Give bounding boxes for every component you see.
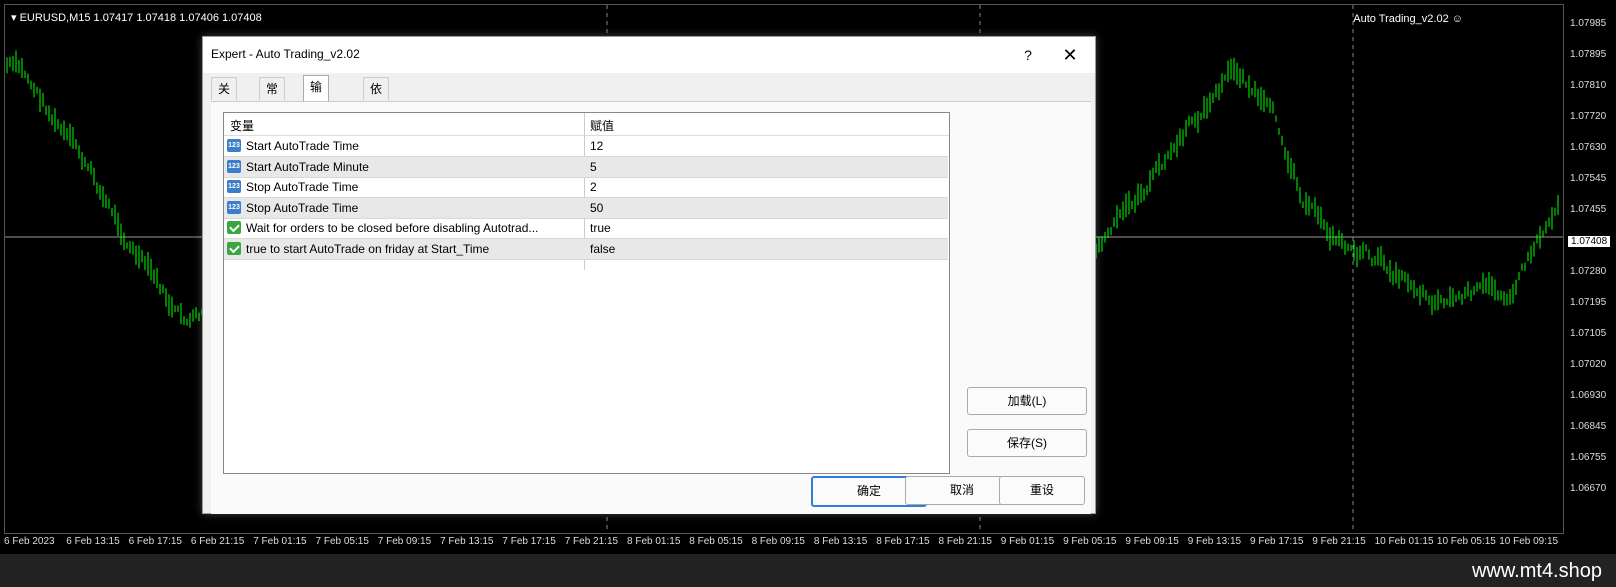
- table-row[interactable]: 123 Start AutoTrade Minute 5: [224, 156, 948, 178]
- tab-inputs[interactable]: 输入参数: [303, 75, 330, 160]
- parameter-name: true to start AutoTrade on friday at Sta…: [246, 241, 490, 256]
- time-tick: 6 Feb 2023: [4, 536, 55, 547]
- dialog-title: Expert - Auto Trading_v2.02: [211, 47, 360, 61]
- number-icon: 123: [227, 180, 241, 193]
- expert-dialog: Expert - Auto Trading_v2.02 ? ✕ 关于 常用 输入…: [202, 36, 1096, 514]
- time-tick: 8 Feb 09:15: [751, 536, 805, 547]
- time-tick: 7 Feb 17:15: [502, 536, 556, 547]
- inputs-panel: 变量 赋值 123 Start AutoTrade Time 12 123 Start …: [211, 101, 1091, 514]
- price-tick: 1.06845: [1570, 421, 1607, 432]
- tab-dependencies[interactable]: 依存关系: [363, 77, 390, 162]
- inputs-table[interactable]: 变量 赋值 123 Start AutoTrade Time 12 123 Start …: [223, 112, 950, 474]
- save-button[interactable]: 保存(S): [967, 429, 1087, 457]
- close-button[interactable]: ✕: [1053, 41, 1087, 69]
- price-tick: 1.07105: [1570, 328, 1607, 339]
- price-tick: 1.06670: [1570, 483, 1607, 494]
- parameter-name: Wait for orders to be closed before disa…: [246, 221, 539, 235]
- current-price-label: 1.07408: [1568, 236, 1611, 247]
- time-tick: 6 Feb 13:15: [66, 536, 120, 547]
- watermark: www.mt4.shop: [1471, 560, 1602, 582]
- column-variable[interactable]: 变量: [230, 117, 254, 134]
- parameter-value[interactable]: false: [590, 242, 615, 256]
- price-tick: 1.07985: [1570, 18, 1607, 29]
- table-header: 变量 赋值: [224, 113, 949, 136]
- time-tick: 9 Feb 05:15: [1063, 536, 1117, 547]
- price-tick: 1.07895: [1570, 49, 1607, 60]
- symbol-info: ▾ EURUSD,M15 1.07417 1.07418 1.07406 1.0…: [11, 12, 262, 24]
- time-tick: 8 Feb 13:15: [813, 536, 868, 547]
- parameter-name: Stop AutoTrade Time: [246, 200, 359, 215]
- time-tick: 7 Feb 21:15: [564, 536, 619, 547]
- number-icon: 123: [227, 139, 241, 152]
- time-tick: 10 Feb 01:15: [1374, 536, 1434, 547]
- price-tick: 1.07545: [1570, 173, 1607, 184]
- time-tick: 7 Feb 13:15: [440, 536, 494, 547]
- time-tick: 8 Feb 21:15: [938, 536, 992, 547]
- price-tick: 1.07455: [1570, 204, 1607, 215]
- table-row[interactable]: 123 Stop AutoTrade Time 50: [224, 197, 948, 219]
- table-row[interactable]: Wait for orders to be closed before disa…: [224, 218, 948, 239]
- boolean-icon: [227, 241, 241, 255]
- parameter-name: Start AutoTrade Minute: [246, 159, 369, 174]
- time-axis: 6 Feb 2023 6 Feb 13:15 6 Feb 17:15 6 Feb 21…: [4, 534, 1564, 554]
- parameter-name: Stop AutoTrade Time: [246, 180, 359, 194]
- price-tick: 1.07810: [1570, 80, 1607, 91]
- tab-common[interactable]: 常用: [259, 77, 286, 118]
- price-tick: 1.06930: [1570, 390, 1607, 401]
- reset-button[interactable]: 重设: [999, 476, 1085, 505]
- time-tick: 7 Feb 09:15: [377, 536, 432, 547]
- price-tick: 1.07720: [1570, 111, 1607, 122]
- tab-about[interactable]: 关于: [211, 77, 238, 118]
- symbol-quote: EURUSD,M15 1.07417 1.07418 1.07406 1.074…: [19, 12, 262, 24]
- table-row[interactable]: true to start AutoTrade on friday at Sta…: [224, 238, 948, 260]
- time-tick: 7 Feb 01:15: [253, 536, 307, 547]
- time-tick: 6 Feb 21:15: [190, 536, 245, 547]
- time-tick: 6 Feb 17:15: [128, 536, 182, 547]
- parameter-name: Start AutoTrade Time: [246, 139, 359, 153]
- parameter-value[interactable]: 2: [590, 180, 597, 194]
- time-tick: 9 Feb 21:15: [1312, 536, 1366, 547]
- price-tick: 1.07280: [1570, 266, 1607, 277]
- time-tick: 8 Feb 05:15: [689, 536, 743, 547]
- time-tick: 9 Feb 17:15: [1250, 536, 1304, 547]
- price-tick: 1.06755: [1570, 452, 1607, 463]
- help-button[interactable]: ?: [1013, 41, 1043, 69]
- price-tick: 1.07630: [1570, 142, 1607, 153]
- time-tick: 7 Feb 05:15: [315, 536, 369, 547]
- boolean-icon: [227, 221, 241, 234]
- parameter-value[interactable]: true: [590, 221, 611, 235]
- parameter-value[interactable]: 12: [590, 139, 603, 153]
- column-value[interactable]: 赋值: [590, 117, 614, 134]
- parameter-value[interactable]: 50: [590, 201, 603, 215]
- footer-bar: www.mt4.shop: [0, 554, 1616, 587]
- time-tick: 8 Feb 17:15: [876, 536, 930, 547]
- time-tick: 9 Feb 01:15: [1000, 536, 1055, 547]
- expert-label[interactable]: Auto Trading_v2.02 ☺: [1353, 13, 1463, 25]
- parameter-value[interactable]: 5: [590, 160, 597, 174]
- time-tick: 9 Feb 13:15: [1187, 536, 1242, 547]
- table-row[interactable]: 123 Start AutoTrade Time 12: [224, 136, 948, 157]
- table-row[interactable]: 123 Stop AutoTrade Time 2: [224, 177, 948, 198]
- time-tick: 9 Feb 09:15: [1125, 536, 1179, 547]
- time-tick: 10 Feb 09:15: [1499, 536, 1559, 547]
- dialog-titlebar[interactable]: Expert - Auto Trading_v2.02 ? ✕: [203, 37, 1095, 73]
- price-tick: 1.07020: [1570, 359, 1607, 370]
- price-axis: 1.07985 1.07895 1.07810 1.07720 1.07630 1.075…: [1564, 0, 1616, 540]
- time-tick: 8 Feb 01:15: [627, 536, 681, 547]
- load-button[interactable]: 加载(L): [967, 387, 1087, 415]
- number-icon: 123: [227, 159, 241, 173]
- number-icon: 123: [227, 200, 241, 214]
- price-tick: 1.07195: [1570, 297, 1607, 308]
- time-tick: 10 Feb 05:15: [1436, 536, 1496, 547]
